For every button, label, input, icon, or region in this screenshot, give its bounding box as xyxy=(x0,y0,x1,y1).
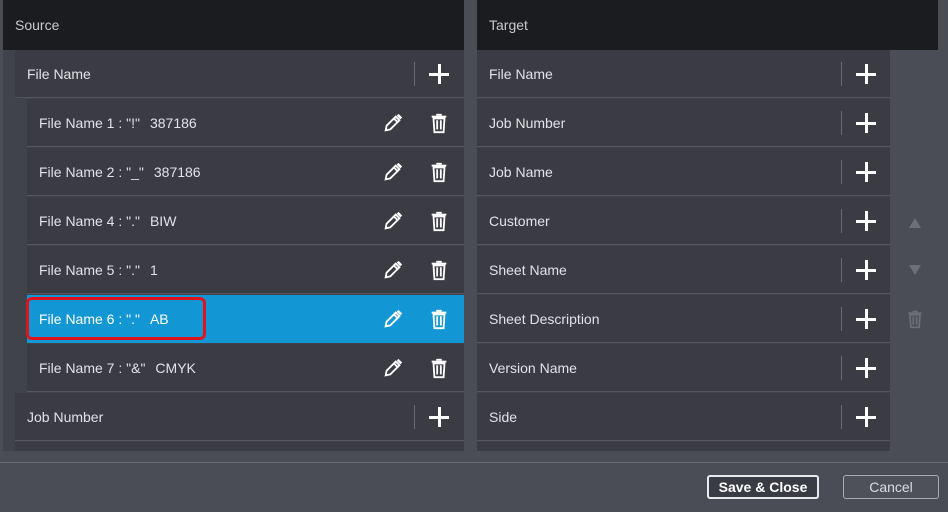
target-item-label: Version Name xyxy=(489,360,577,376)
source-item-file-name-7[interactable]: File Name 7 : "&" CMYK xyxy=(27,344,464,392)
source-item-file-name-5[interactable]: File Name 5 : "." 1 xyxy=(27,246,464,294)
source-group-job-number[interactable]: Job Number xyxy=(15,393,464,441)
source-item-value: 387186 xyxy=(153,164,201,180)
source-item-value: 1 xyxy=(149,262,158,278)
edit-pencil-icon[interactable] xyxy=(382,357,404,379)
add-icon[interactable] xyxy=(854,405,878,429)
delete-trash-icon[interactable] xyxy=(428,210,450,232)
target-item-label: Customer xyxy=(489,213,550,229)
target-item-label: Sheet Name xyxy=(489,262,567,278)
source-item-file-name-1[interactable]: File Name 1 : "!" 387186 xyxy=(27,99,464,147)
trash-icon[interactable] xyxy=(905,309,925,329)
source-item-file-name-2[interactable]: File Name 2 : "_" 387186 xyxy=(27,148,464,196)
row-divider xyxy=(841,356,842,380)
source-item-value: 387186 xyxy=(149,115,197,131)
target-row-partial xyxy=(477,442,890,451)
target-item-label: Job Name xyxy=(489,164,553,180)
row-divider xyxy=(841,258,842,282)
add-icon[interactable] xyxy=(854,111,878,135)
add-icon[interactable] xyxy=(427,62,451,86)
target-item-sheet-description[interactable]: Sheet Description xyxy=(477,295,890,343)
row-divider xyxy=(841,62,842,86)
cancel-button[interactable]: Cancel xyxy=(843,475,939,499)
edit-pencil-icon[interactable] xyxy=(382,259,404,281)
source-item-label: File Name 5 : "." xyxy=(39,262,140,278)
target-item-label: Sheet Description xyxy=(489,311,600,327)
add-icon[interactable] xyxy=(427,405,451,429)
target-panel: Target File Name Job Number Job Name Cus… xyxy=(477,0,890,451)
header-extension xyxy=(890,0,938,50)
edit-pencil-icon[interactable] xyxy=(382,210,404,232)
source-item-label: File Name 6 : "." xyxy=(39,311,140,327)
delete-trash-icon[interactable] xyxy=(428,112,450,134)
source-item-value: BIW xyxy=(149,213,177,229)
source-header-label: Source xyxy=(15,17,60,33)
add-icon[interactable] xyxy=(854,307,878,331)
target-item-job-name[interactable]: Job Name xyxy=(477,148,890,196)
delete-trash-icon[interactable] xyxy=(428,308,450,330)
row-divider xyxy=(841,307,842,331)
source-item-file-name-6[interactable]: File Name 6 : "." AB xyxy=(27,295,464,343)
edit-pencil-icon[interactable] xyxy=(382,308,404,330)
move-up-icon[interactable] xyxy=(905,213,925,233)
source-item-file-name-4[interactable]: File Name 4 : "." BIW xyxy=(27,197,464,245)
add-icon[interactable] xyxy=(854,62,878,86)
delete-trash-icon[interactable] xyxy=(428,161,450,183)
target-item-side[interactable]: Side xyxy=(477,393,890,441)
edit-pencil-icon[interactable] xyxy=(382,112,404,134)
target-item-version-name[interactable]: Version Name xyxy=(477,344,890,392)
target-item-sheet-name[interactable]: Sheet Name xyxy=(477,246,890,294)
source-group-label: Job Number xyxy=(27,409,104,425)
delete-trash-icon[interactable] xyxy=(428,259,450,281)
source-item-label: File Name 4 : "." xyxy=(39,213,140,229)
add-icon[interactable] xyxy=(854,209,878,233)
move-down-icon[interactable] xyxy=(905,260,925,280)
row-divider xyxy=(841,405,842,429)
target-item-file-name[interactable]: File Name xyxy=(477,50,890,98)
delete-trash-icon[interactable] xyxy=(428,357,450,379)
source-header: Source xyxy=(3,0,464,50)
source-item-label: File Name 1 : "!" xyxy=(39,115,140,131)
source-group-label: File Name xyxy=(27,66,91,82)
add-icon[interactable] xyxy=(854,356,878,380)
source-group-file-name[interactable]: File Name xyxy=(15,50,464,98)
source-item-value: AB xyxy=(149,311,169,327)
source-item-label: File Name 7 : "&" xyxy=(39,360,146,376)
row-divider xyxy=(414,405,415,429)
row-divider xyxy=(414,62,415,86)
add-icon[interactable] xyxy=(854,160,878,184)
source-panel: Source File Name File Name 1 : "!" 387186… xyxy=(3,0,464,451)
row-divider xyxy=(841,160,842,184)
target-header-label: Target xyxy=(489,17,528,33)
target-item-job-number[interactable]: Job Number xyxy=(477,99,890,147)
target-item-label: File Name xyxy=(489,66,553,82)
source-item-label: File Name 2 : "_" xyxy=(39,164,144,180)
target-item-label: Side xyxy=(489,409,518,425)
target-header: Target xyxy=(477,0,890,50)
row-divider xyxy=(841,209,842,233)
target-item-label: Job Number xyxy=(489,115,566,131)
source-item-value: CMYK xyxy=(155,360,196,376)
add-icon[interactable] xyxy=(854,258,878,282)
edit-pencil-icon[interactable] xyxy=(382,161,404,183)
save-close-button[interactable]: Save & Close xyxy=(707,475,819,499)
row-divider xyxy=(841,111,842,135)
target-item-customer[interactable]: Customer xyxy=(477,197,890,245)
source-group-partial xyxy=(15,442,464,451)
